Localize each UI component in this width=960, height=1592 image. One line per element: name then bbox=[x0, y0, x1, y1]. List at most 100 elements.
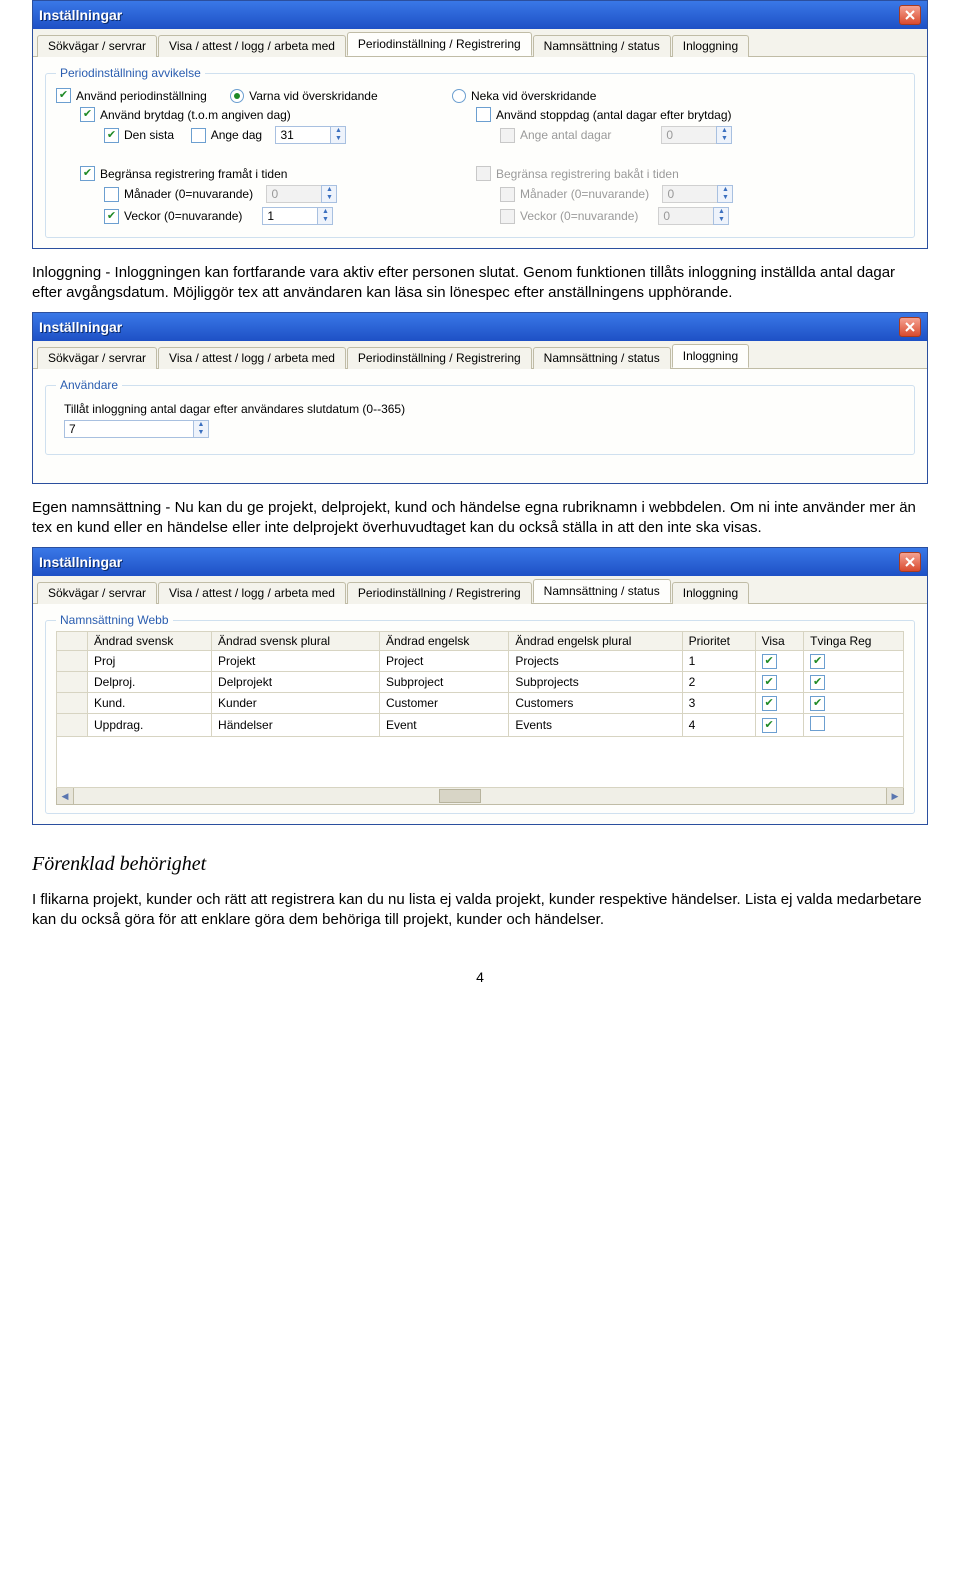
table-row[interactable]: ProjProjektProjectProjects1 bbox=[57, 651, 904, 672]
table-row[interactable]: Uppdrag.HändelserEventEvents4 bbox=[57, 714, 904, 737]
tab-visa[interactable]: Visa / attest / logg / arbeta med bbox=[158, 35, 346, 57]
checkbox-angedag[interactable] bbox=[191, 128, 206, 143]
checkbox-label: Ange dag bbox=[211, 128, 262, 142]
cell[interactable]: Events bbox=[509, 714, 682, 737]
checkbox-use-period[interactable] bbox=[56, 88, 71, 103]
checkbox-weeks-bwd bbox=[500, 209, 515, 224]
paragraph-forenklad: I flikarna projekt, kunder och rätt att … bbox=[32, 890, 924, 929]
col-head[interactable]: Ändrad engelsk bbox=[379, 632, 508, 651]
tab-visa[interactable]: Visa / attest / logg / arbeta med bbox=[158, 582, 346, 604]
tab-visa[interactable]: Visa / attest / logg / arbeta med bbox=[158, 347, 346, 369]
tab-inloggning[interactable]: Inloggning bbox=[672, 344, 749, 368]
checkbox-tvinga[interactable] bbox=[810, 716, 825, 731]
tab-namn[interactable]: Namnsättning / status bbox=[533, 347, 671, 369]
checkbox-densista[interactable] bbox=[104, 128, 119, 143]
value[interactable] bbox=[262, 207, 317, 225]
radio-warn[interactable] bbox=[230, 89, 244, 103]
tab-sokvagar[interactable]: Sökvägar / servrar bbox=[37, 582, 157, 604]
cell[interactable]: Customer bbox=[379, 693, 508, 714]
close-icon[interactable] bbox=[899, 552, 921, 572]
value[interactable] bbox=[275, 126, 330, 144]
spinner-weeks-fwd[interactable]: ▲▼ bbox=[262, 207, 333, 225]
value bbox=[661, 126, 716, 144]
col-head[interactable]: Ändrad engelsk plural bbox=[509, 632, 682, 651]
tab-inloggning[interactable]: Inloggning bbox=[672, 582, 749, 604]
tab-period[interactable]: Periodinställning / Registrering bbox=[347, 347, 532, 369]
cell[interactable]: Projekt bbox=[212, 651, 380, 672]
checkbox-visa[interactable] bbox=[762, 696, 777, 711]
radio-label: Neka vid överskridande bbox=[471, 89, 596, 103]
dialog-title: Inställningar bbox=[39, 7, 122, 23]
checkbox-tvinga[interactable] bbox=[810, 675, 825, 690]
naming-table[interactable]: Ändrad svensk Ändrad svensk plural Ändra… bbox=[56, 631, 904, 737]
value[interactable] bbox=[64, 420, 193, 438]
cell[interactable]: Proj bbox=[88, 651, 212, 672]
tabstrip: Sökvägar / servrar Visa / attest / logg … bbox=[33, 341, 927, 369]
cell[interactable]: Delprojekt bbox=[212, 672, 380, 693]
checkbox-brytdag[interactable] bbox=[80, 107, 95, 122]
titlebar[interactable]: Inställningar bbox=[33, 548, 927, 576]
tab-namn[interactable]: Namnsättning / status bbox=[533, 579, 671, 603]
checkbox-visa[interactable] bbox=[762, 654, 777, 669]
close-icon[interactable] bbox=[899, 5, 921, 25]
checkbox-tvinga[interactable] bbox=[810, 696, 825, 711]
cell[interactable]: Kund. bbox=[88, 693, 212, 714]
col-head[interactable]: Tvinga Reg bbox=[804, 632, 904, 651]
col-head[interactable]: Ändrad svensk bbox=[88, 632, 212, 651]
tab-period[interactable]: Periodinställning / Registrering bbox=[347, 32, 532, 56]
cell[interactable]: 4 bbox=[682, 714, 755, 737]
checkbox-angeantal bbox=[500, 128, 515, 143]
page-number: 4 bbox=[0, 969, 960, 985]
checkbox-limit-fwd[interactable] bbox=[80, 166, 95, 181]
cell[interactable]: 2 bbox=[682, 672, 755, 693]
col-head[interactable]: Visa bbox=[755, 632, 804, 651]
scroll-thumb[interactable] bbox=[439, 789, 481, 803]
scroll-right-icon[interactable]: ▶ bbox=[886, 788, 903, 804]
checkbox-label: Använd brytdag (t.o.m angiven dag) bbox=[100, 108, 291, 122]
cell[interactable]: Customers bbox=[509, 693, 682, 714]
checkbox-label: Månader (0=nuvarande) bbox=[124, 187, 253, 201]
checkbox-stoppdag[interactable] bbox=[476, 107, 491, 122]
value bbox=[658, 207, 713, 225]
tab-sokvagar[interactable]: Sökvägar / servrar bbox=[37, 347, 157, 369]
cell[interactable]: Delproj. bbox=[88, 672, 212, 693]
cell[interactable]: Händelser bbox=[212, 714, 380, 737]
checkbox-label: Den sista bbox=[124, 128, 174, 142]
checkbox-label: Ange antal dagar bbox=[520, 128, 611, 142]
checkbox-tvinga[interactable] bbox=[810, 654, 825, 669]
settings-dialog-login: Inställningar Sökvägar / servrar Visa / … bbox=[32, 312, 928, 484]
col-head[interactable]: Prioritet bbox=[682, 632, 755, 651]
checkbox-visa[interactable] bbox=[762, 718, 777, 733]
tabstrip: Sökvägar / servrar Visa / attest / logg … bbox=[33, 29, 927, 57]
close-icon[interactable] bbox=[899, 317, 921, 337]
cell[interactable]: Uppdrag. bbox=[88, 714, 212, 737]
table-row[interactable]: Kund.KunderCustomerCustomers3 bbox=[57, 693, 904, 714]
titlebar[interactable]: Inställningar bbox=[33, 313, 927, 341]
cell[interactable]: Kunder bbox=[212, 693, 380, 714]
tab-inloggning[interactable]: Inloggning bbox=[672, 35, 749, 57]
radio-deny[interactable] bbox=[452, 89, 466, 103]
cell[interactable]: Project bbox=[379, 651, 508, 672]
tab-period[interactable]: Periodinställning / Registrering bbox=[347, 582, 532, 604]
table-row[interactable]: Delproj.DelprojektSubprojectSubprojects2 bbox=[57, 672, 904, 693]
titlebar[interactable]: Inställningar bbox=[33, 1, 927, 29]
spinner-angedag[interactable]: ▲▼ bbox=[275, 126, 346, 144]
col-head[interactable]: Ändrad svensk plural bbox=[212, 632, 380, 651]
spinner-login-days[interactable]: ▲▼ bbox=[64, 420, 209, 438]
cell[interactable]: 3 bbox=[682, 693, 755, 714]
tab-sokvagar[interactable]: Sökvägar / servrar bbox=[37, 35, 157, 57]
horizontal-scrollbar[interactable]: ◀ ▶ bbox=[56, 788, 904, 805]
cell[interactable]: Subproject bbox=[379, 672, 508, 693]
scroll-left-icon[interactable]: ◀ bbox=[57, 788, 74, 804]
cell[interactable]: Projects bbox=[509, 651, 682, 672]
cell[interactable]: Event bbox=[379, 714, 508, 737]
checkbox-weeks-fwd[interactable] bbox=[104, 209, 119, 224]
checkbox-visa[interactable] bbox=[762, 675, 777, 690]
checkbox-months-fwd[interactable] bbox=[104, 187, 119, 202]
cell[interactable]: 1 bbox=[682, 651, 755, 672]
cell[interactable]: Subprojects bbox=[509, 672, 682, 693]
checkbox-label: Använd periodinställning bbox=[76, 89, 207, 103]
groupbox-user: Användare Tillåt inloggning antal dagar … bbox=[45, 385, 915, 455]
groupbox-period: Periodinställning avvikelse Använd perio… bbox=[45, 73, 915, 238]
tab-namn[interactable]: Namnsättning / status bbox=[533, 35, 671, 57]
